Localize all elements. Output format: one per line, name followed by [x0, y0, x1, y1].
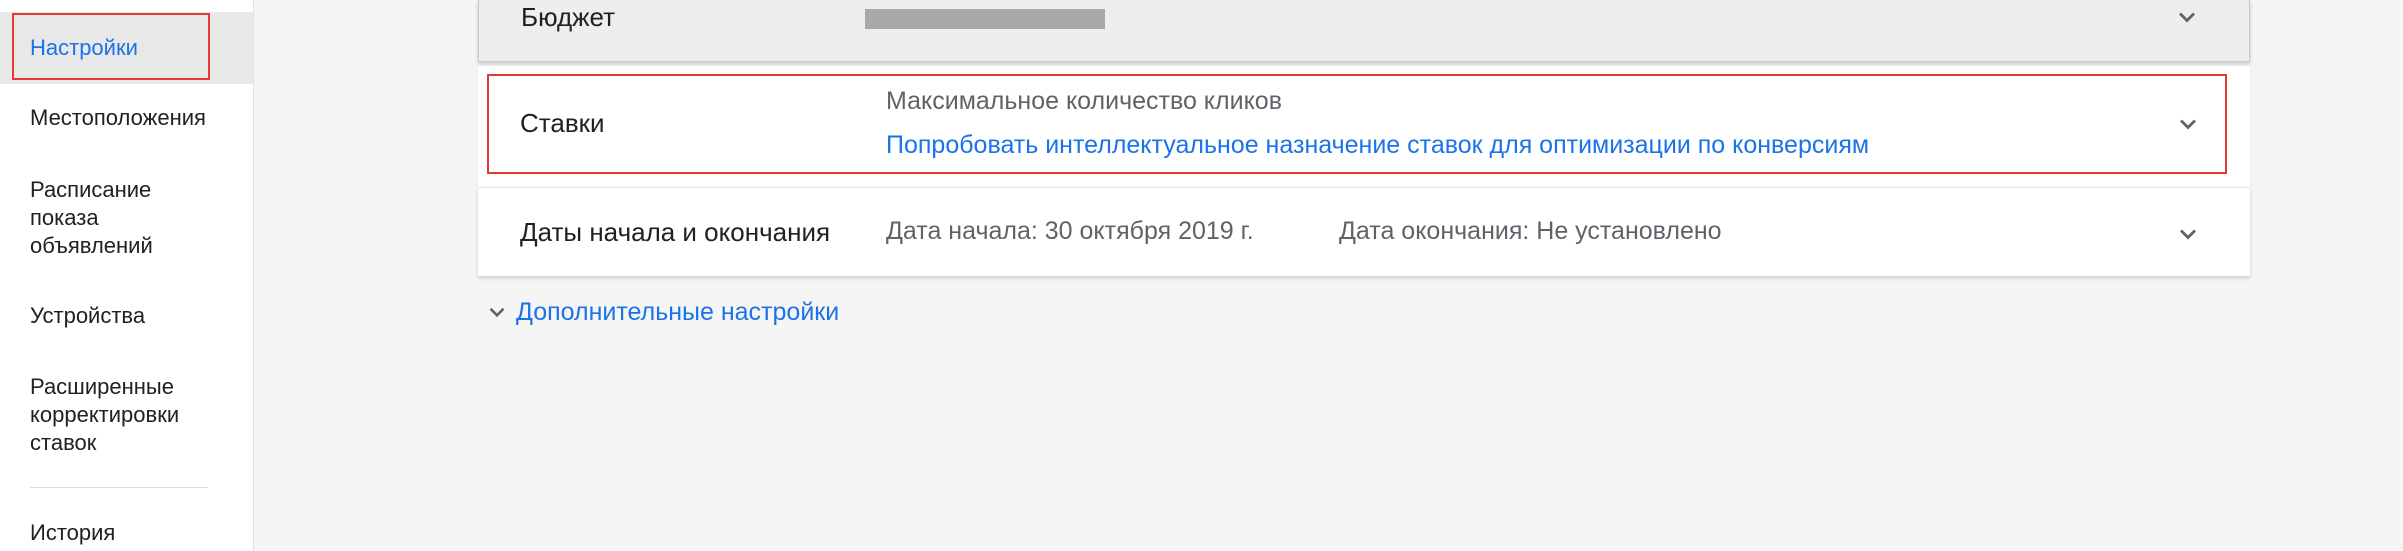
additional-settings-label: Дополнительные настройки	[516, 297, 840, 326]
sidebar-item-bid-adjustments[interactable]: Расширенные корректировки ставок	[30, 373, 230, 457]
sidebar-item-label: Расписание показа объявлений	[30, 177, 153, 258]
redacted-budget-value	[865, 9, 1105, 29]
additional-settings-toggle[interactable]: Дополнительные настройки	[484, 295, 839, 329]
chevron-down-icon	[489, 307, 505, 318]
sidebar-item-label: История	[30, 520, 116, 545]
sidebar-item-label: Местоположения	[30, 105, 206, 130]
start-date: Дата начала: 30 октября 2019 г.	[886, 217, 1254, 245]
sidebar-item-history[interactable]: История	[30, 519, 235, 547]
sidebar-item-label: Устройства	[30, 303, 146, 328]
chevron-down-icon[interactable]	[2173, 3, 2201, 31]
sidebar-divider	[30, 487, 208, 488]
settings-page: Настройки Местоположения Расписание пока…	[0, 0, 2403, 551]
highlight-box-settings	[12, 13, 210, 80]
sidebar-item-locations[interactable]: Местоположения	[30, 104, 235, 132]
dates-title: Даты начала и окончания	[520, 217, 831, 247]
sidebar-item-label: Расширенные корректировки ставок	[30, 374, 180, 455]
dates-row[interactable]: Даты начала и окончания Дата начала: 30 …	[478, 188, 2250, 276]
budget-row[interactable]: Бюджет	[478, 0, 2250, 62]
sidebar: Настройки Местоположения Расписание пока…	[0, 0, 254, 551]
chevron-down-icon[interactable]	[2174, 220, 2202, 248]
end-date: Дата окончания: Не установлено	[1339, 217, 1722, 245]
budget-title: Бюджет	[521, 2, 616, 32]
sidebar-item-ad-schedule[interactable]: Расписание показа объявлений	[30, 176, 210, 260]
highlight-box-bids	[487, 74, 2227, 174]
sidebar-item-devices[interactable]: Устройства	[30, 302, 235, 330]
